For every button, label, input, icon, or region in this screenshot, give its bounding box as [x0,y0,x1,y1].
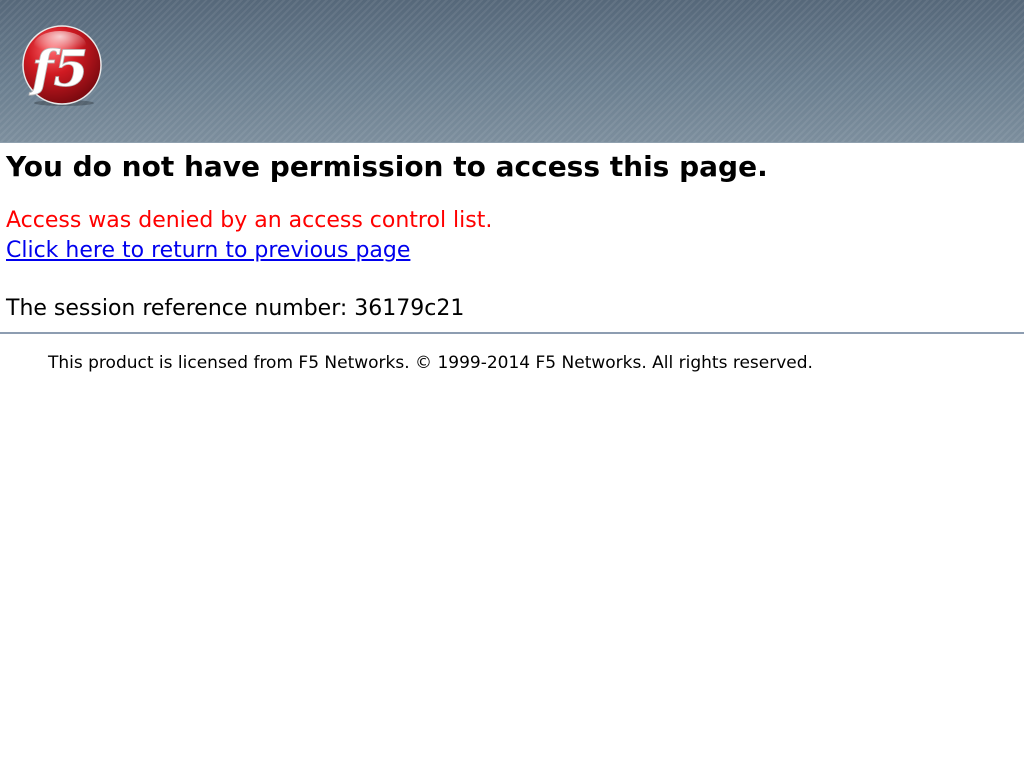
session-id: 36179c21 [354,296,465,321]
error-message: Access was denied by an access control l… [6,208,493,233]
session-label: The session reference number: [6,296,355,321]
footer-divider [0,332,1024,334]
footer-copyright: This product is licensed from F5 Network… [48,353,813,373]
page-title: You do not have permission to access thi… [6,150,768,183]
return-previous-page-link[interactable]: Click here to return to previous page [6,236,410,266]
f5-logo-icon: f5 [22,25,102,106]
session-reference: The session reference number: 36179c21 [6,294,464,324]
main-content: You do not have permission to access thi… [6,148,1016,321]
header-banner: f5 [0,0,1024,143]
logo-text: f5 [29,39,88,98]
